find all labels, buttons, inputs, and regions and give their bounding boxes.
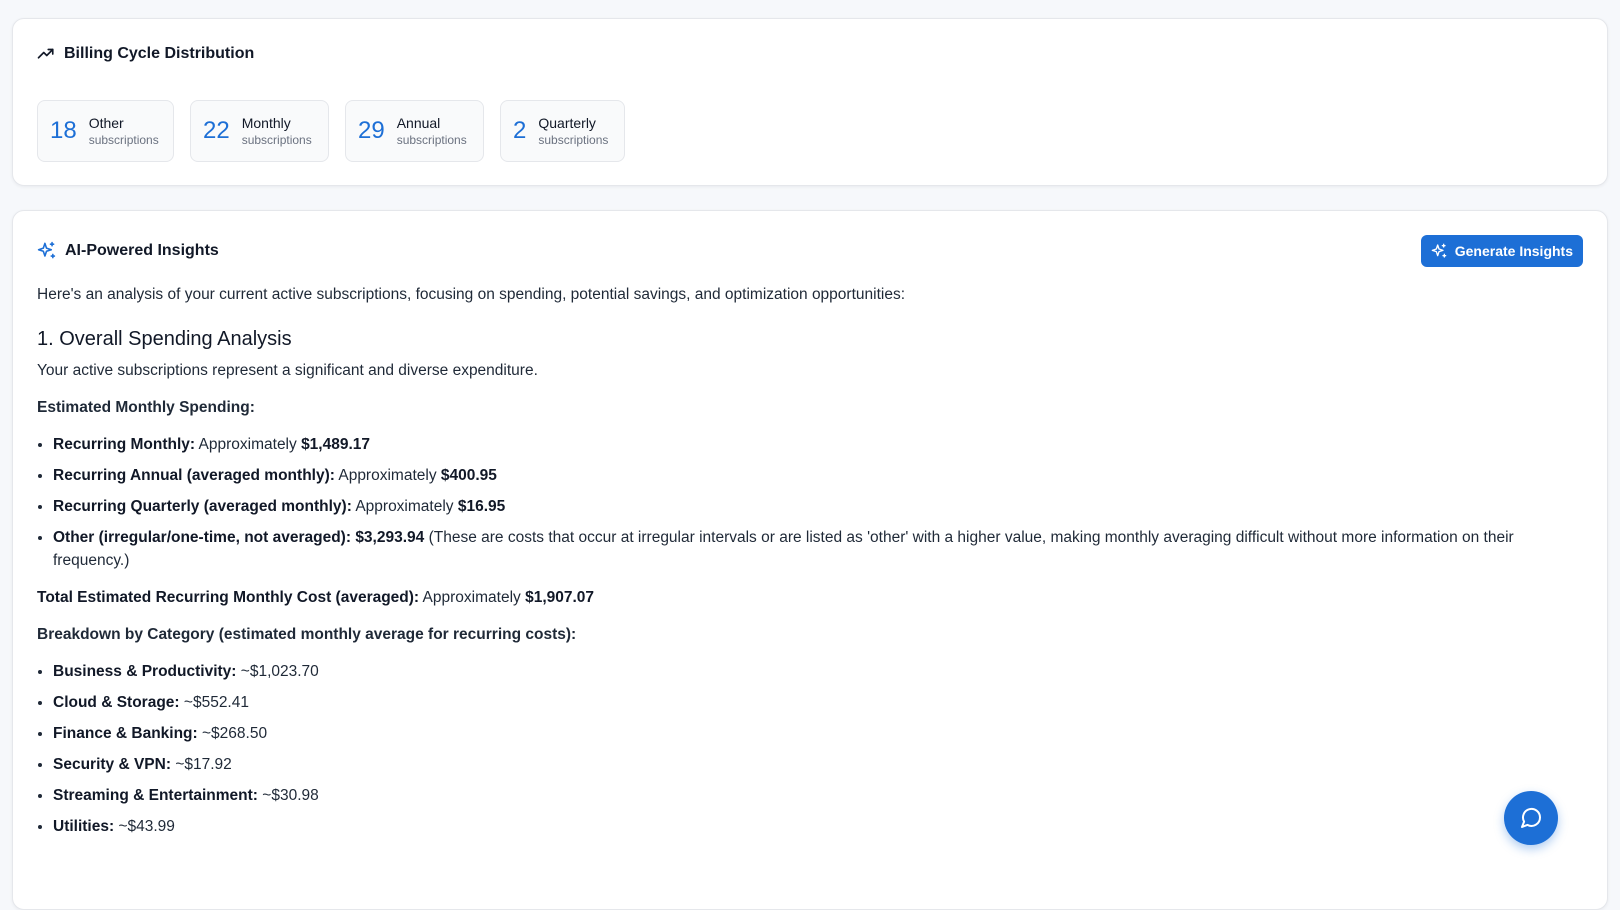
- stat-monthly: 22 Monthly subscriptions: [190, 100, 329, 162]
- list-item: Security & VPN: ~$17.92: [53, 753, 1577, 776]
- generate-insights-button[interactable]: Generate Insights: [1420, 235, 1583, 267]
- list-item: Recurring Monthly: Approximately $1,489.…: [53, 433, 1577, 456]
- ai-insights-card: AI-Powered Insights Generate Insights He…: [12, 210, 1608, 910]
- stat-sub: subscriptions: [241, 133, 312, 147]
- billing-cycle-title-text: Billing Cycle Distribution: [64, 45, 255, 62]
- stat-count: 18: [50, 117, 77, 144]
- stat-sub: subscriptions: [396, 133, 467, 147]
- billing-stats: 18 Other subscriptions 22 Monthly subscr…: [37, 100, 641, 162]
- category-breakdown-heading: Breakdown by Category (estimated monthly…: [37, 626, 577, 643]
- insights-intro: Here's an analysis of your current activ…: [37, 286, 905, 303]
- total-recurring-cost: Total Estimated Recurring Monthly Cost (…: [37, 589, 595, 606]
- list-item: Other (irregular/one-time, not averaged)…: [53, 526, 1577, 572]
- list-item: Recurring Annual (averaged monthly): App…: [53, 464, 1577, 487]
- monthly-spending-list: Recurring Monthly: Approximately $1,489.…: [37, 433, 1577, 572]
- list-item: Streaming & Entertainment: ~$30.98: [53, 784, 1577, 807]
- stat-other: 18 Other subscriptions: [37, 100, 174, 162]
- section-heading-overall-spending: 1. Overall Spending Analysis: [37, 328, 292, 350]
- stat-label: Quarterly: [538, 115, 596, 131]
- stat-sub: subscriptions: [88, 133, 159, 147]
- stat-label: Annual: [396, 115, 441, 131]
- list-item: Finance & Banking: ~$268.50: [53, 722, 1577, 745]
- monthly-spending-heading: Estimated Monthly Spending:: [37, 399, 255, 416]
- list-item: Cloud & Storage: ~$552.41: [53, 691, 1577, 714]
- stat-count: 2: [513, 117, 527, 144]
- stat-quarterly: 2 Quarterly subscriptions: [500, 100, 625, 162]
- sparkles-icon: [37, 241, 56, 259]
- ai-insights-title-text: AI-Powered Insights: [65, 241, 219, 259]
- chat-bubble-icon: [1521, 807, 1542, 828]
- ai-insights-title: AI-Powered Insights: [37, 241, 219, 260]
- generate-insights-label: Generate Insights: [1454, 243, 1573, 259]
- stat-count: 22: [203, 117, 230, 144]
- chat-button[interactable]: [1504, 791, 1558, 845]
- stat-label: Monthly: [241, 115, 291, 131]
- sparkles-icon: [1431, 243, 1447, 258]
- stat-sub: subscriptions: [538, 133, 609, 147]
- list-item: Utilities: ~$43.99: [53, 815, 1577, 838]
- trending-up-icon: [37, 48, 54, 59]
- stat-label: Other: [88, 115, 124, 131]
- section-paragraph: Your active subscriptions represent a si…: [37, 362, 538, 379]
- stat-count: 29: [358, 117, 385, 144]
- insights-content: Here's an analysis of your current activ…: [37, 283, 1577, 852]
- list-item: Business & Productivity: ~$1,023.70: [53, 660, 1577, 683]
- billing-cycle-title: Billing Cycle Distribution: [37, 45, 254, 63]
- list-item: Recurring Quarterly (averaged monthly): …: [53, 495, 1577, 518]
- billing-cycle-card: Billing Cycle Distribution 18 Other subs…: [12, 18, 1608, 186]
- stat-annual: 29 Annual subscriptions: [345, 100, 484, 162]
- category-breakdown-list: Business & Productivity: ~$1,023.70 Clou…: [37, 660, 1577, 838]
